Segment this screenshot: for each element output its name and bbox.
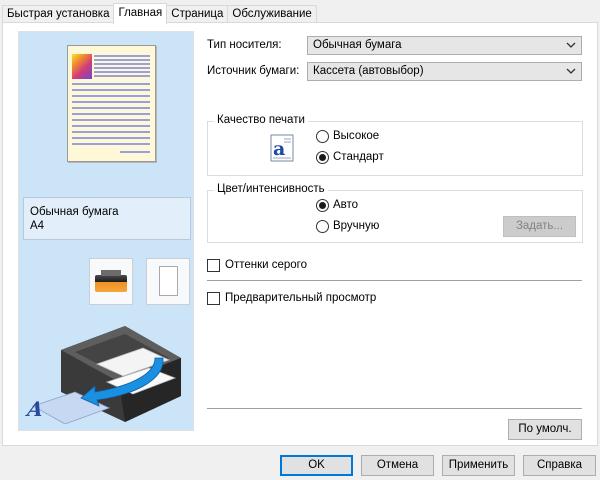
print-quality-title: Качество печати [214, 114, 308, 126]
chevron-down-icon [566, 68, 576, 74]
tab-bar: Быстрая установка Главная Страница Обслу… [2, 3, 317, 24]
media-summary: Обычная бумага A4 [23, 197, 191, 240]
paper-source-value: Кассета (автовыбор) [313, 65, 424, 77]
quality-high-label: Высокое [333, 130, 380, 142]
paper-source-select[interactable]: Кассета (автовыбор) [307, 62, 582, 81]
print-quality-group: Качество печати a Высокое Стандарт [207, 114, 583, 176]
tab-maintenance[interactable]: Обслуживание [227, 5, 317, 23]
color-manual-radio[interactable] [316, 220, 329, 233]
media-summary-type: Обычная бумага [30, 206, 119, 218]
printer-illustration-icon: A [23, 326, 181, 424]
cancel-button[interactable]: Отмена [361, 455, 434, 476]
settings-preview-pane: Обычная бумага A4 A [18, 31, 194, 431]
color-auto-label: Авто [333, 199, 359, 211]
apply-button[interactable]: Применить [442, 455, 515, 476]
color-set-button[interactable]: Задать... [503, 216, 576, 237]
color-auto-radio[interactable] [316, 199, 329, 212]
page-preview-thumbnail [67, 45, 156, 162]
media-type-select[interactable]: Обычная бумага [307, 36, 582, 55]
quality-standard-radio[interactable] [316, 151, 329, 164]
help-button[interactable]: Справка [523, 455, 596, 476]
preview-image-block [72, 54, 92, 79]
ok-button[interactable]: OK [280, 455, 353, 476]
quality-high-radio[interactable] [316, 130, 329, 143]
media-type-label: Тип носителя: [207, 39, 282, 51]
preview-before-print-label: Предварительный просмотр [225, 292, 377, 304]
tab-page-setup[interactable]: Страница [166, 5, 229, 23]
color-intensity-title: Цвет/интенсивность [214, 183, 328, 195]
main-tab-panel: Обычная бумага A4 A Тип носителя: Обычна… [2, 22, 598, 446]
quality-standard-label: Стандарт [333, 151, 384, 163]
svg-text:a: a [273, 138, 285, 160]
grayscale-label: Оттенки серого [225, 259, 308, 271]
color-manual-label: Вручную [333, 220, 380, 232]
chevron-down-icon [566, 42, 576, 48]
grayscale-checkbox[interactable] [207, 259, 220, 272]
paper-orientation-icon [146, 258, 190, 305]
print-quality-icon: a [270, 134, 294, 162]
paper-source-label: Источник бумаги: [207, 65, 300, 77]
defaults-button[interactable]: По умолч. [508, 419, 582, 440]
preview-before-print-checkbox[interactable] [207, 292, 220, 305]
divider [207, 280, 582, 281]
cassette-source-icon [89, 258, 133, 305]
tab-main[interactable]: Главная [113, 3, 168, 24]
color-intensity-group: Цвет/интенсивность Авто Вручную Задать..… [207, 183, 583, 243]
media-type-value: Обычная бумага [313, 39, 402, 51]
media-summary-size: A4 [30, 220, 45, 232]
divider [207, 408, 582, 409]
tab-quick-setup[interactable]: Быстрая установка [2, 5, 115, 23]
